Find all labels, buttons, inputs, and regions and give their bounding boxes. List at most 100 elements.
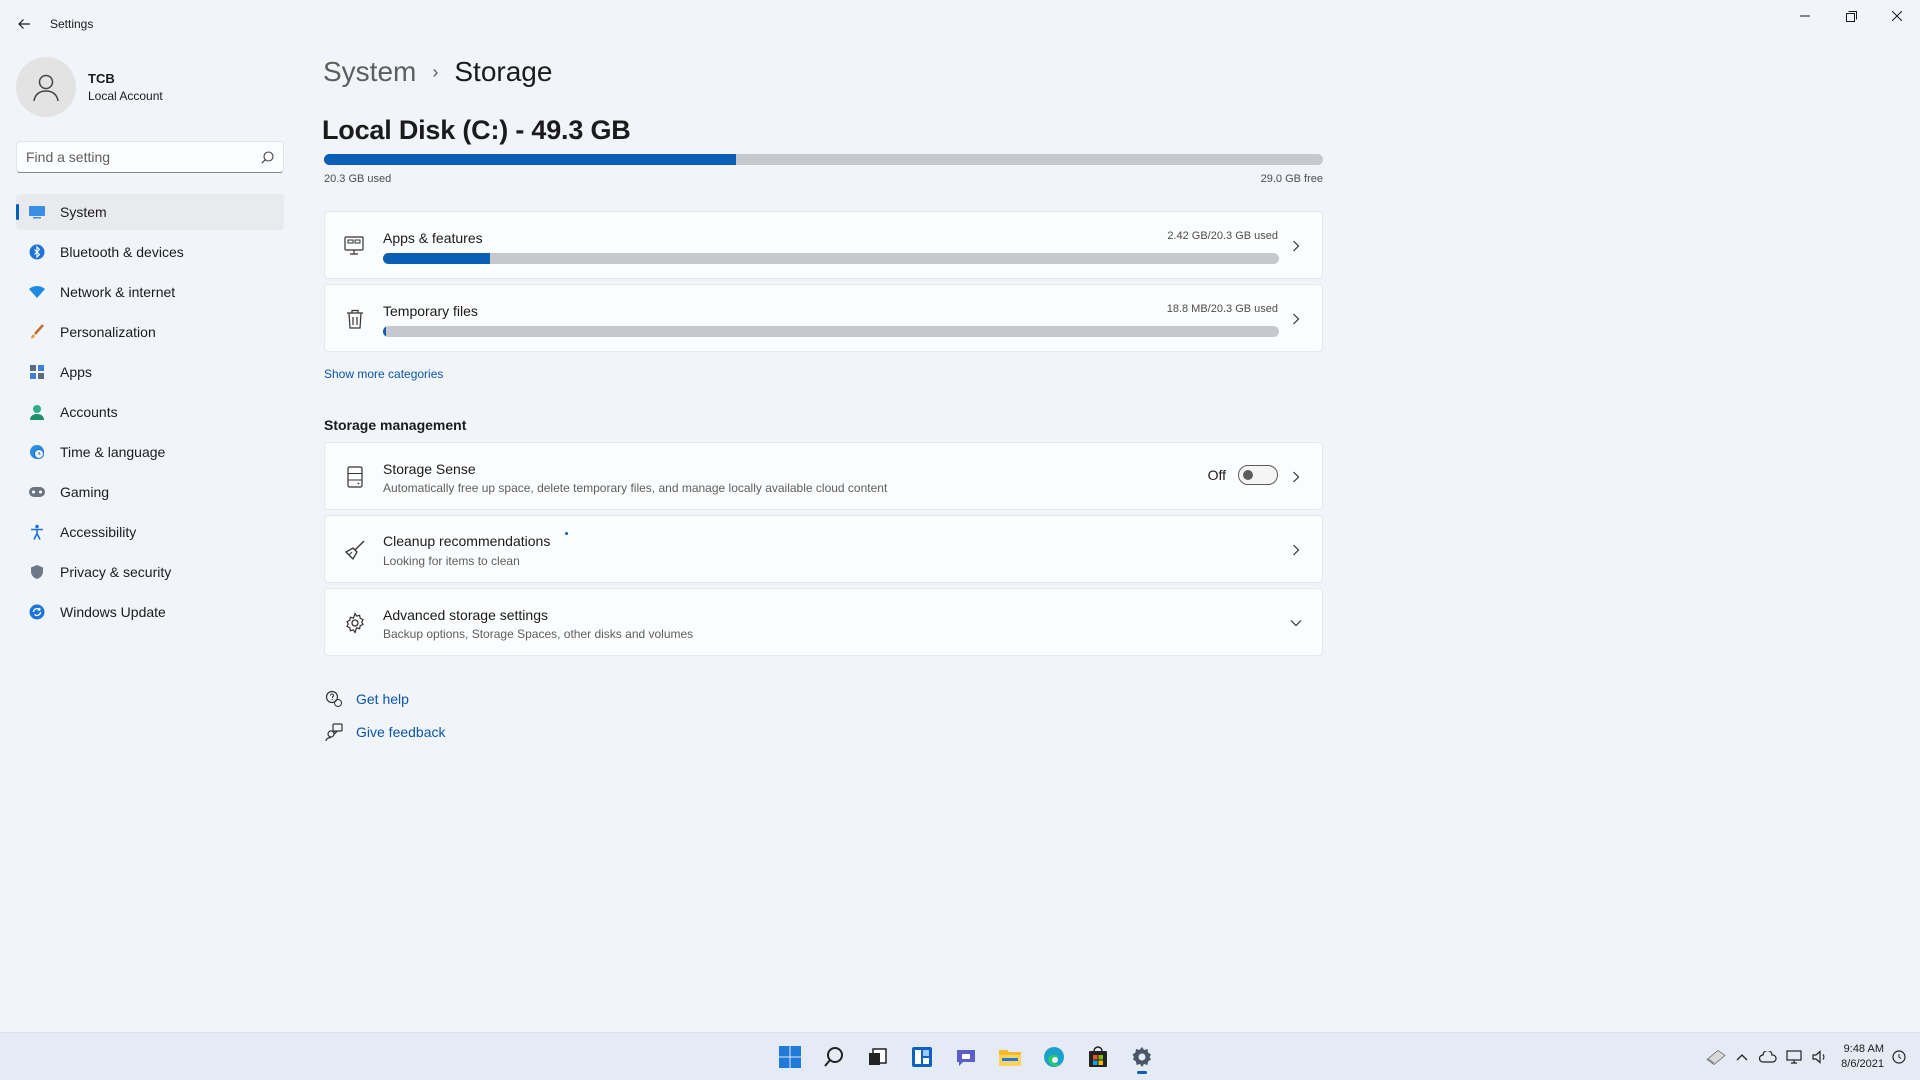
- title-bar: Settings: [0, 0, 1920, 48]
- advanced-storage-subtitle: Backup options, Storage Spaces, other di…: [383, 627, 694, 641]
- help-chat-icon: [324, 689, 344, 709]
- chat-button[interactable]: [944, 1039, 988, 1075]
- gear-icon: [343, 611, 367, 635]
- sidebar-item-privacy[interactable]: Privacy & security: [16, 554, 284, 590]
- sidebar-item-label: Apps: [60, 364, 92, 380]
- apps-icon: [28, 363, 46, 381]
- cleanup-recommendations-card[interactable]: Cleanup recommendations Looking for item…: [324, 515, 1323, 583]
- feedback-icon: [324, 722, 344, 742]
- restore-button[interactable]: [1828, 0, 1874, 32]
- search-box[interactable]: [16, 141, 284, 173]
- broom-icon: [343, 538, 367, 562]
- taskbar-clock[interactable]: 9:48 AM 8/6/2021: [1841, 1042, 1884, 1072]
- show-more-categories-link[interactable]: Show more categories: [324, 367, 443, 381]
- chevron-down-icon: [1288, 615, 1304, 631]
- disk-usage-bar: [324, 154, 1323, 165]
- task-view-button[interactable]: [856, 1039, 900, 1075]
- shield-icon: [28, 563, 46, 581]
- storage-drive-icon: [343, 465, 367, 489]
- close-button[interactable]: [1874, 0, 1920, 32]
- sidebar-item-label: Gaming: [60, 484, 110, 500]
- sidebar-item-label: Windows Update: [60, 604, 166, 620]
- search-icon: [824, 1047, 843, 1067]
- sidebar-item-label: Personalization: [60, 324, 156, 340]
- storage-sense-title: Storage Sense: [383, 461, 476, 477]
- sidebar-item-label: System: [60, 204, 107, 220]
- brush-icon: [28, 323, 46, 341]
- app-title: Settings: [50, 17, 94, 31]
- sidebar-item-accounts[interactable]: Accounts: [16, 394, 284, 430]
- get-help-link[interactable]: Get help: [324, 689, 409, 709]
- avatar: [16, 57, 76, 117]
- back-button[interactable]: [12, 12, 36, 36]
- edge-button[interactable]: [1032, 1039, 1076, 1075]
- person-avatar-icon: [33, 74, 59, 102]
- chevron-right-icon: [1288, 542, 1304, 558]
- clock-date: 8/6/2021: [1841, 1058, 1884, 1070]
- file-explorer-button[interactable]: [988, 1039, 1032, 1075]
- give-feedback-label: Give feedback: [356, 724, 446, 740]
- disk-free-label: 29.0 GB free: [1260, 173, 1323, 185]
- storage-management-heading: Storage management: [324, 417, 467, 433]
- sidebar-item-windows-update[interactable]: Windows Update: [16, 594, 284, 630]
- sidebar-item-gaming[interactable]: Gaming: [16, 474, 284, 510]
- notification-icon[interactable]: [1888, 1046, 1910, 1068]
- widgets-button[interactable]: [900, 1039, 944, 1075]
- sidebar-item-apps[interactable]: Apps: [16, 354, 284, 390]
- advanced-storage-settings-card[interactable]: Advanced storage settings Backup options…: [324, 588, 1323, 656]
- trash-icon: [343, 307, 367, 331]
- volume-icon[interactable]: [1809, 1046, 1831, 1068]
- sidebar-item-personalization[interactable]: Personalization: [16, 314, 284, 350]
- breadcrumb: System › Storage: [323, 56, 552, 88]
- accessibility-icon: [28, 523, 46, 541]
- cleanup-subtitle: Looking for items to clean: [383, 554, 520, 568]
- sidebar-item-label: Bluetooth & devices: [60, 244, 184, 260]
- store-button[interactable]: [1076, 1039, 1120, 1075]
- sidebar-item-bluetooth[interactable]: Bluetooth & devices: [16, 234, 284, 270]
- category-temporary-files[interactable]: Temporary files 18.8 MB/20.3 GB used: [324, 284, 1323, 352]
- chevron-right-icon: [1288, 238, 1304, 254]
- category-usage-bar-fill: [383, 326, 386, 337]
- give-feedback-link[interactable]: Give feedback: [324, 722, 446, 742]
- apps-features-icon: [343, 234, 367, 258]
- start-button[interactable]: [768, 1039, 812, 1075]
- close-icon: [1892, 11, 1902, 21]
- profile-name: TCB: [88, 71, 115, 86]
- toggle-knob: [1243, 470, 1253, 480]
- breadcrumb-parent[interactable]: System: [323, 56, 416, 88]
- sidebar-item-label: Accessibility: [60, 524, 137, 540]
- settings-taskbar-button[interactable]: [1120, 1039, 1164, 1075]
- category-title: Temporary files: [383, 303, 478, 319]
- settings-icon: [1132, 1047, 1151, 1067]
- chevron-up-icon[interactable]: [1731, 1046, 1753, 1068]
- system-icon: [28, 203, 46, 221]
- storage-sense-card[interactable]: Storage Sense Automatically free up spac…: [324, 442, 1323, 510]
- sidebar-item-accessibility[interactable]: Accessibility: [16, 514, 284, 550]
- user-profile[interactable]: TCB Local Account: [16, 57, 163, 117]
- breadcrumb-separator: ›: [432, 61, 439, 82]
- gamepad-icon: [28, 483, 46, 501]
- minimize-icon: [1800, 15, 1810, 17]
- system-tray: 9:48 AM 8/6/2021: [1701, 1039, 1910, 1075]
- widgets-icon: [912, 1047, 932, 1067]
- storage-sense-toggle-group: Off: [1208, 465, 1278, 485]
- sidebar-item-system[interactable]: System: [16, 194, 284, 230]
- storage-sense-subtitle: Automatically free up space, delete temp…: [383, 481, 888, 495]
- search-input[interactable]: [26, 149, 261, 165]
- cloud-icon[interactable]: [1757, 1046, 1779, 1068]
- sidebar-item-network[interactable]: Network & internet: [16, 274, 284, 310]
- disk-title: Local Disk (C:) - 49.3 GB: [322, 115, 631, 145]
- category-usage: 18.8 MB/20.3 GB used: [1166, 303, 1278, 315]
- category-apps-features[interactable]: Apps & features 2.42 GB/20.3 GB used: [324, 211, 1323, 279]
- store-icon: [1089, 1046, 1107, 1067]
- storage-sense-toggle[interactable]: [1238, 465, 1278, 485]
- sidebar-item-label: Network & internet: [60, 284, 176, 300]
- globe-clock-icon: [28, 443, 46, 461]
- taskbar-search-button[interactable]: [812, 1039, 856, 1075]
- network-icon[interactable]: [1783, 1046, 1805, 1068]
- sidebar-item-time-language[interactable]: Time & language: [16, 434, 284, 470]
- wifi-icon: [28, 283, 46, 301]
- minimize-button[interactable]: [1782, 0, 1828, 32]
- search-icon: [261, 150, 274, 164]
- person-icon: [28, 403, 46, 421]
